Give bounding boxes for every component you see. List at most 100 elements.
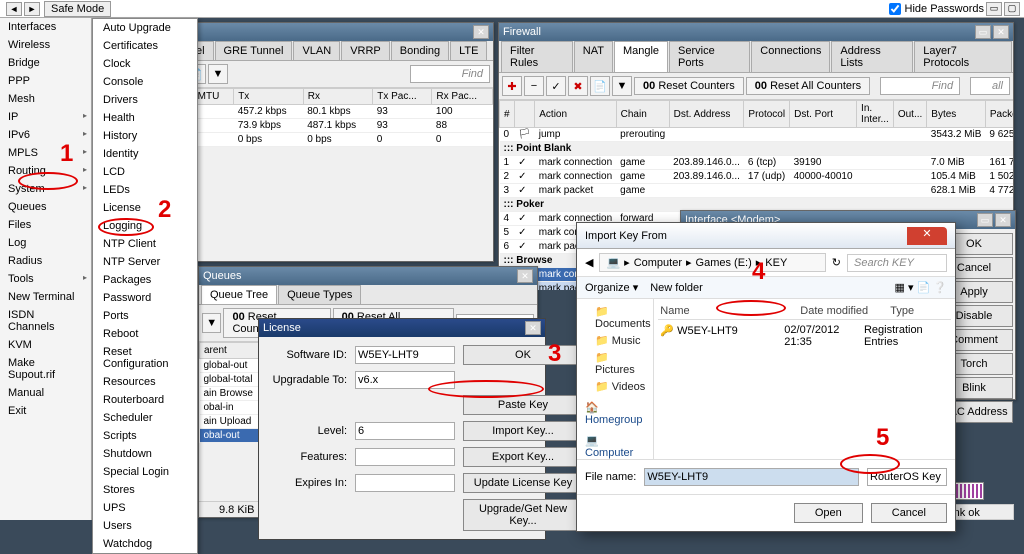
- mangle-row[interactable]: 3✓mark packetgame628.1 MiB4 772 061: [500, 184, 1014, 198]
- find-input[interactable]: Find: [880, 77, 960, 95]
- max-btn[interactable]: ▢: [1004, 2, 1020, 16]
- back-icon[interactable]: ◀: [585, 256, 593, 269]
- filter-btn[interactable]: ▼: [202, 313, 221, 333]
- file-item[interactable]: 🔑 W5EY-LHT9 02/07/2012 21:35 Registratio…: [658, 320, 951, 352]
- submenu-history[interactable]: History: [93, 127, 197, 145]
- filter-all[interactable]: all: [970, 77, 1010, 95]
- submenu-leds[interactable]: LEDs: [93, 181, 197, 199]
- menu-wireless[interactable]: Wireless: [0, 36, 91, 54]
- mangle-row[interactable]: 1✓mark connectiongame203.89.146.0...6 (t…: [500, 156, 1014, 170]
- close-icon[interactable]: ✕: [907, 227, 947, 245]
- menu-ipv6[interactable]: IPv6: [0, 126, 91, 144]
- upgradable-input[interactable]: [355, 371, 455, 389]
- tab-connections[interactable]: Connections: [751, 41, 830, 72]
- menu-routing[interactable]: Routing: [0, 162, 91, 180]
- tab-layer7-protocols[interactable]: Layer7 Protocols: [914, 41, 1012, 72]
- refresh-icon[interactable]: ↻: [832, 256, 841, 269]
- import-key-button[interactable]: Import Key...: [463, 421, 583, 441]
- organize-menu[interactable]: Organize ▾: [585, 281, 638, 294]
- tab-address-lists[interactable]: Address Lists: [831, 41, 913, 72]
- open-button[interactable]: Open: [794, 503, 863, 523]
- menu-new-terminal[interactable]: New Terminal: [0, 288, 91, 306]
- menu-system[interactable]: System: [0, 180, 91, 198]
- submenu-stores[interactable]: Stores: [93, 481, 197, 499]
- submenu-scheduler[interactable]: Scheduler: [93, 409, 197, 427]
- tab-mangle[interactable]: Mangle: [614, 41, 668, 72]
- remove-btn[interactable]: −: [524, 76, 544, 96]
- close-icon[interactable]: ✕: [993, 25, 1009, 39]
- export-key-button[interactable]: Export Key...: [463, 447, 583, 467]
- filter-select[interactable]: [867, 468, 947, 486]
- tab-vlan[interactable]: VLAN: [293, 41, 340, 60]
- submenu-clock[interactable]: Clock: [93, 55, 197, 73]
- menu-tools[interactable]: Tools: [0, 270, 91, 288]
- mangle-row[interactable]: 0🏳jumpprerouting3543.2 MiB9 625 961: [500, 128, 1014, 142]
- submenu-users[interactable]: Users: [93, 517, 197, 535]
- disable-btn[interactable]: ✖: [568, 76, 588, 96]
- software-id-input[interactable]: [355, 346, 455, 364]
- submenu-special-login[interactable]: Special Login: [93, 463, 197, 481]
- menu-files[interactable]: Files: [0, 216, 91, 234]
- reset-all-counters-btn[interactable]: 00 Reset All Counters: [746, 77, 870, 95]
- tab-vrrp[interactable]: VRRP: [341, 41, 390, 60]
- tab-filter-rules[interactable]: Filter Rules: [501, 41, 573, 72]
- menu-ip[interactable]: IP: [0, 108, 91, 126]
- submenu-reboot[interactable]: Reboot: [93, 325, 197, 343]
- back-btn[interactable]: ◄: [6, 2, 22, 16]
- paste-key-button[interactable]: Paste Key: [463, 395, 583, 415]
- hide-passwords-check[interactable]: Hide Passwords: [889, 3, 984, 15]
- enable-btn[interactable]: ✓: [546, 76, 566, 96]
- submenu-auto-upgrade[interactable]: Auto Upgrade: [93, 19, 197, 37]
- submenu-scripts[interactable]: Scripts: [93, 427, 197, 445]
- filename-input[interactable]: [644, 468, 859, 486]
- add-btn[interactable]: ✚: [502, 76, 522, 96]
- filter-btn[interactable]: ▼: [612, 76, 632, 96]
- breadcrumb[interactable]: 💻▸Computer▸Games (E:)▸KEY: [599, 253, 825, 272]
- menu-queues[interactable]: Queues: [0, 198, 91, 216]
- menu-exit[interactable]: Exit: [0, 402, 91, 420]
- submenu-ntp-server[interactable]: NTP Server: [93, 253, 197, 271]
- menu-isdn-channels[interactable]: ISDN Channels: [0, 306, 91, 336]
- close-icon[interactable]: ✕: [517, 269, 533, 283]
- menu-ppp[interactable]: PPP: [0, 72, 91, 90]
- tab-lte[interactable]: LTE: [450, 41, 487, 60]
- submenu-drivers[interactable]: Drivers: [93, 91, 197, 109]
- submenu-ports[interactable]: Ports: [93, 307, 197, 325]
- close-icon[interactable]: ✕: [473, 25, 489, 39]
- menu-make-supout.rif[interactable]: Make Supout.rif: [0, 354, 91, 384]
- expires-input[interactable]: [355, 474, 455, 492]
- menu-mesh[interactable]: Mesh: [0, 90, 91, 108]
- submenu-identity[interactable]: Identity: [93, 145, 197, 163]
- features-input[interactable]: [355, 448, 455, 466]
- submenu-resources[interactable]: Resources: [93, 373, 197, 391]
- menu-radius[interactable]: Radius: [0, 252, 91, 270]
- cancel-button[interactable]: Cancel: [871, 503, 947, 523]
- tab-gre-tunnel[interactable]: GRE Tunnel: [215, 41, 293, 60]
- close-icon[interactable]: ✕: [525, 321, 541, 335]
- submenu-password[interactable]: Password: [93, 289, 197, 307]
- safemode-btn[interactable]: Safe Mode: [44, 1, 111, 17]
- submenu-ups[interactable]: UPS: [93, 499, 197, 517]
- submenu-routerboard[interactable]: Routerboard: [93, 391, 197, 409]
- tab-service-ports[interactable]: Service Ports: [669, 41, 750, 72]
- submenu-lcd[interactable]: LCD: [93, 163, 197, 181]
- submenu-packages[interactable]: Packages: [93, 271, 197, 289]
- menu-manual[interactable]: Manual: [0, 384, 91, 402]
- comment-btn[interactable]: 📄: [590, 76, 610, 96]
- menu-bridge[interactable]: Bridge: [0, 54, 91, 72]
- close-icon[interactable]: ✕: [995, 213, 1011, 227]
- reset-counters-btn[interactable]: 00 Reset Counters: [634, 77, 744, 95]
- mangle-row[interactable]: 2✓mark connectiongame203.89.146.0...17 (…: [500, 170, 1014, 184]
- get-new-key-button[interactable]: Upgrade/Get New Key...: [463, 499, 583, 531]
- submenu-logging[interactable]: Logging: [93, 217, 197, 235]
- menu-log[interactable]: Log: [0, 234, 91, 252]
- update-license-button[interactable]: Update License Key: [463, 473, 583, 493]
- min-icon[interactable]: ▭: [975, 25, 991, 39]
- submenu-shutdown[interactable]: Shutdown: [93, 445, 197, 463]
- fwd-btn[interactable]: ►: [24, 2, 40, 16]
- window-title[interactable]: Firewall▭✕: [499, 23, 1013, 41]
- submenu-ntp-client[interactable]: NTP Client: [93, 235, 197, 253]
- submenu-license[interactable]: License: [93, 199, 197, 217]
- level-input[interactable]: [355, 422, 455, 440]
- menu-interfaces[interactable]: Interfaces: [0, 18, 91, 36]
